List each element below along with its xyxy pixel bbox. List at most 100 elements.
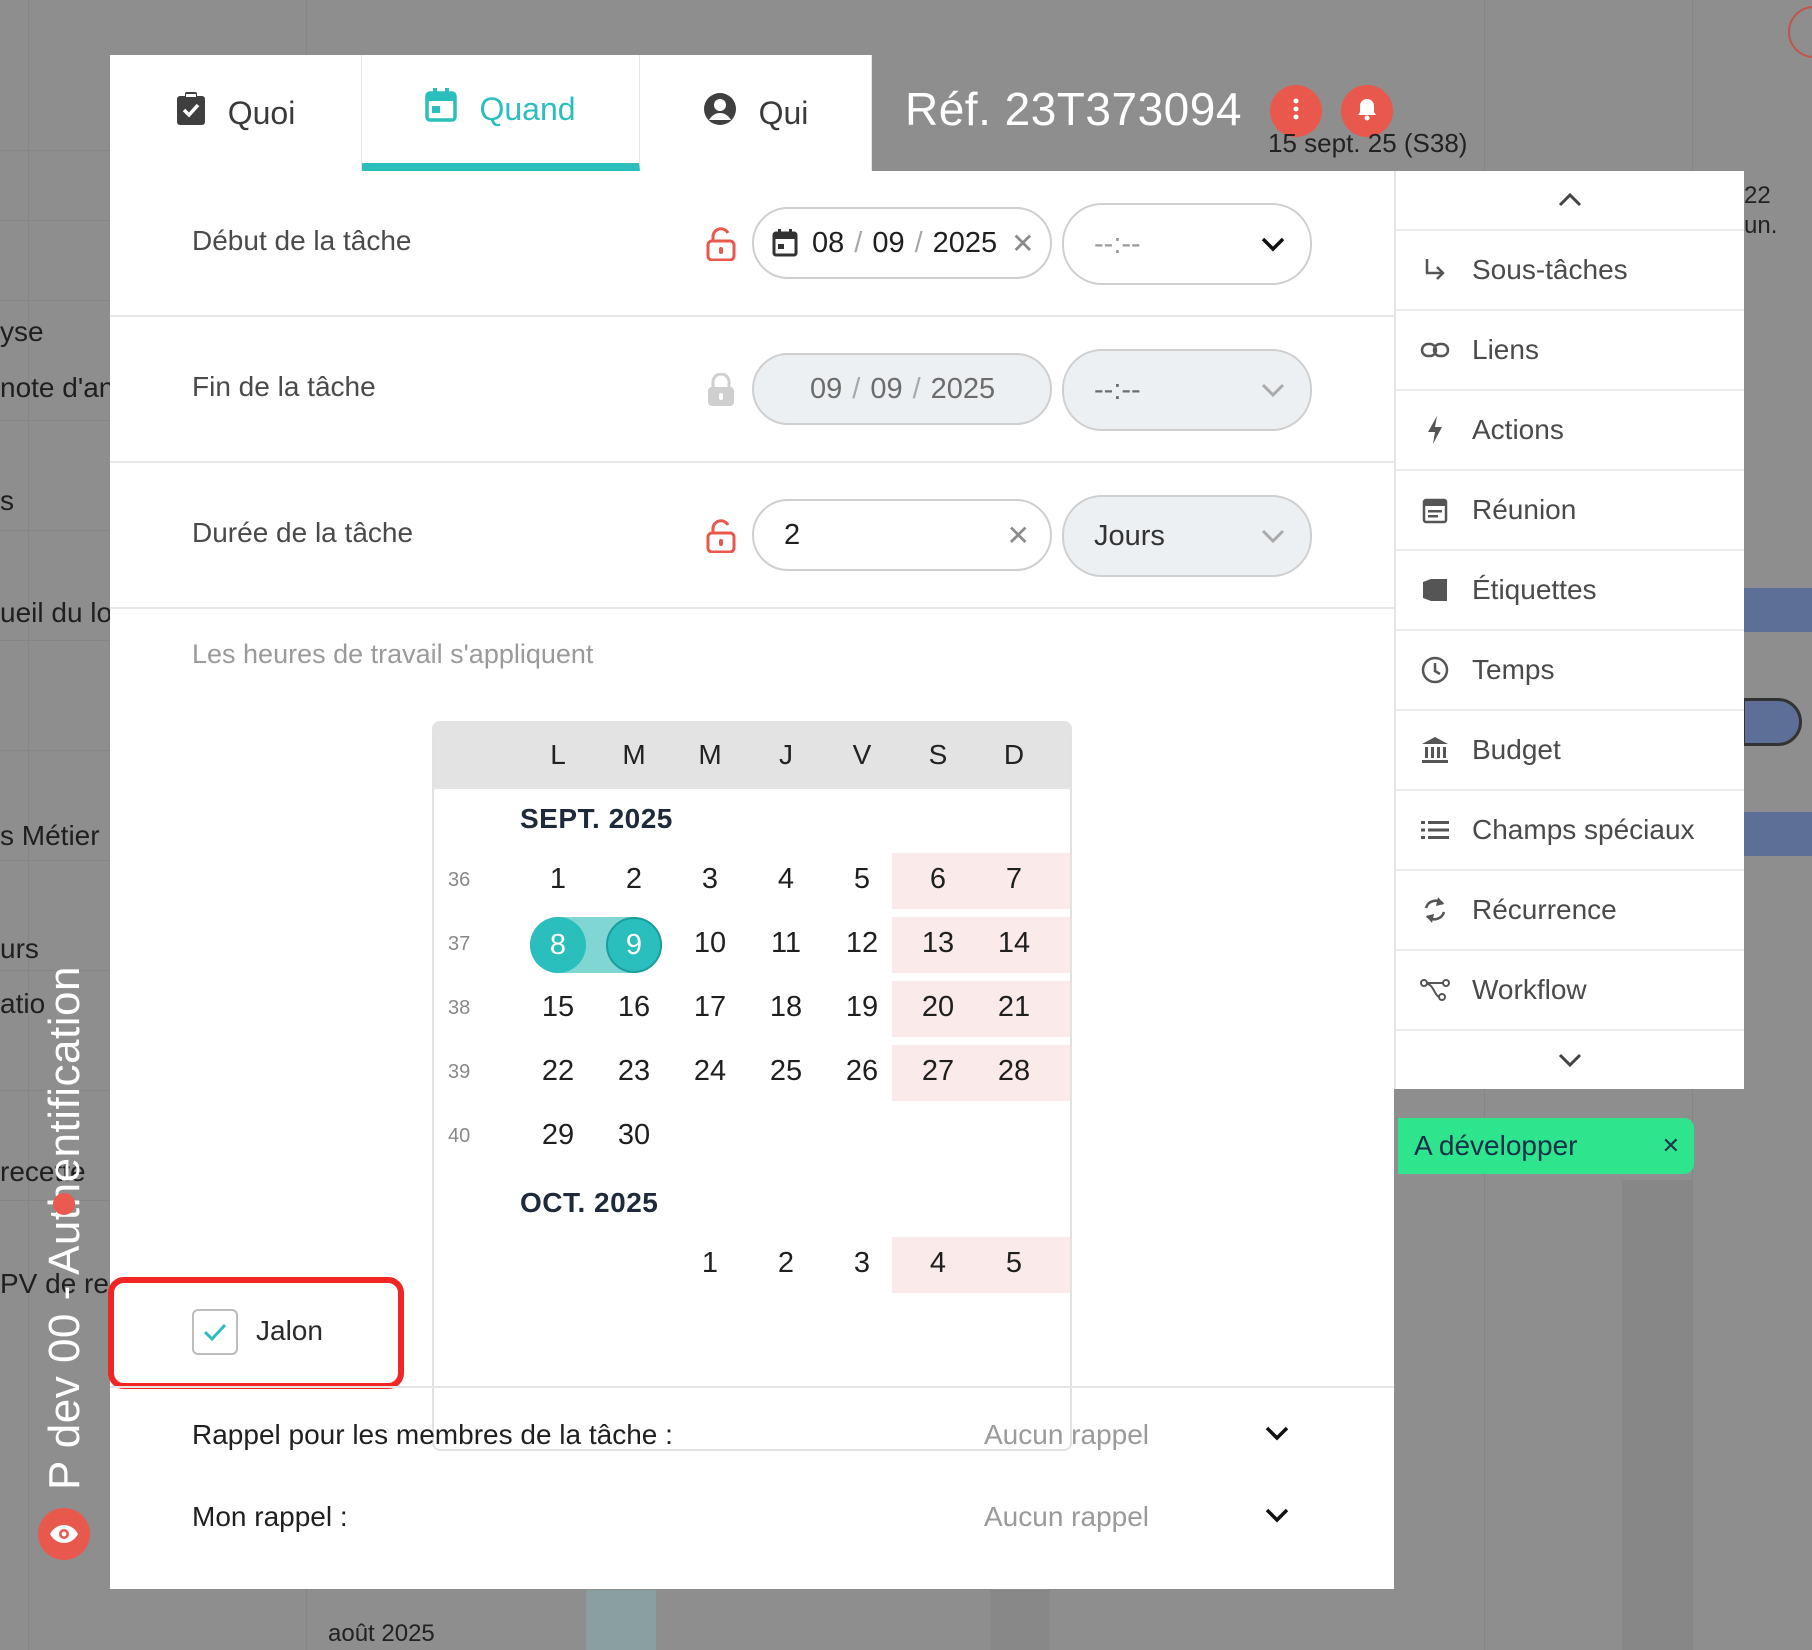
side-item-label: Actions [1472, 414, 1564, 445]
tab-qui[interactable]: Qui [640, 55, 872, 171]
status-tag[interactable]: A développer ✕ [1398, 1118, 1694, 1174]
calendar-day[interactable]: 1 [520, 863, 596, 896]
side-item-label: Étiquettes [1472, 574, 1597, 605]
calendar-day[interactable]: 2 [748, 1247, 824, 1280]
add-icon[interactable] [1788, 6, 1812, 58]
side-item-label: Champs spéciaux [1472, 814, 1695, 845]
duration-unit-select[interactable]: Jours [1062, 495, 1312, 577]
start-time-select[interactable]: --:-- [1062, 203, 1312, 285]
calendar-day[interactable]: 24 [672, 1055, 748, 1088]
calendar-event-icon [1420, 495, 1450, 525]
side-item-temps[interactable]: Temps [1396, 631, 1744, 711]
start-date-input[interactable]: 08/ 09/ 2025 ✕ [752, 207, 1052, 279]
start-year: 2025 [932, 226, 998, 259]
calendar-day[interactable]: 7 [976, 863, 1052, 896]
calendar-day[interactable]: 10 [672, 927, 748, 960]
calendar-day-selected[interactable]: 8 [530, 917, 586, 973]
weekday-label: V [852, 739, 872, 770]
bg-date-text: 22 [1744, 182, 1771, 209]
calendar-day[interactable]: 5 [824, 863, 900, 896]
scroll-down-button[interactable] [1396, 1031, 1744, 1089]
clear-icon[interactable]: ✕ [1011, 227, 1034, 260]
end-date-input: 09/ 09/ 2025 [752, 353, 1052, 425]
chevron-down-icon [1558, 1053, 1582, 1068]
calendar-day[interactable]: 28 [976, 1055, 1052, 1088]
calendar-day[interactable]: 27 [900, 1055, 976, 1088]
side-item-sous-taches[interactable]: Sous-tâches [1396, 231, 1744, 311]
calendar-day[interactable]: 23 [596, 1055, 672, 1088]
calendar-day[interactable]: 15 [520, 991, 596, 1024]
calendar-day[interactable]: 26 [824, 1055, 900, 1088]
duration-input[interactable]: 2 ✕ [752, 499, 1052, 571]
close-icon[interactable]: ✕ [1662, 1133, 1680, 1159]
members-reminder-select[interactable]: Aucun rappel [984, 1419, 1149, 1451]
members-reminder-label: Rappel pour les membres de la tâche : [192, 1419, 673, 1450]
calendar-day[interactable]: 13 [900, 927, 976, 960]
tab-label: Qui [758, 94, 809, 131]
tab-bar: Quoi Quand Qui [110, 55, 872, 171]
calendar-day[interactable]: 25 [748, 1055, 824, 1088]
project-title: P dev 00 - Authentification [40, 966, 89, 1490]
side-item-champs-speciaux[interactable]: Champs spéciaux [1396, 791, 1744, 871]
side-item-liens[interactable]: Liens [1396, 311, 1744, 391]
calendar-day[interactable]: 3 [672, 863, 748, 896]
link-icon [1420, 335, 1450, 365]
calendar-day[interactable]: 22 [520, 1055, 596, 1088]
scroll-up-button[interactable] [1396, 171, 1744, 231]
tab-quoi[interactable]: Quoi [110, 55, 362, 171]
calendar-day[interactable]: 5 [976, 1247, 1052, 1280]
calendar-day[interactable]: 30 [596, 1119, 672, 1152]
my-reminder-select[interactable]: Aucun rappel [984, 1501, 1149, 1533]
calendar-day[interactable]: 21 [976, 991, 1052, 1024]
tab-quand[interactable]: Quand [362, 55, 640, 171]
unlock-icon[interactable] [706, 519, 736, 553]
eye-icon[interactable] [38, 1508, 90, 1560]
calendar-day-selected[interactable]: 9 [606, 917, 662, 973]
calendar-day[interactable]: 3 [824, 1247, 900, 1280]
calendar-day[interactable]: 1 [672, 1247, 748, 1280]
side-item-reunion[interactable]: Réunion [1396, 471, 1744, 551]
calendar-day[interactable]: 4 [748, 863, 824, 896]
gantt-bar [1742, 588, 1812, 632]
side-item-budget[interactable]: Budget [1396, 711, 1744, 791]
start-row: Début de la tâche 08/ 09/ 2025 ✕ --:-- [110, 171, 1394, 317]
chevron-down-icon[interactable] [1264, 1425, 1290, 1441]
weekday-label: M [622, 739, 646, 770]
side-item-label: Récurrence [1472, 894, 1617, 925]
side-item-recurrence[interactable]: Récurrence [1396, 871, 1744, 951]
user-circle-icon [703, 92, 737, 134]
weekday-label: D [1003, 739, 1025, 770]
subtask-arrow-icon [1420, 255, 1450, 285]
chevron-up-icon [1558, 192, 1582, 207]
calendar-day[interactable]: 11 [748, 927, 824, 960]
calendar-day[interactable]: 20 [900, 991, 976, 1024]
gantt-bar [1742, 698, 1802, 746]
calendar-day[interactable]: 4 [900, 1247, 976, 1280]
unlock-icon[interactable] [706, 227, 736, 261]
calendar-day[interactable]: 18 [748, 991, 824, 1024]
calendar-day[interactable]: 6 [900, 863, 976, 896]
bg-row-label: s [0, 485, 14, 516]
side-item-actions[interactable]: Actions [1396, 391, 1744, 471]
calendar-month-title: SEPT. 2025 [520, 803, 673, 834]
weekday-label: J [779, 739, 793, 770]
calendar-day[interactable]: 12 [824, 927, 900, 960]
clear-icon[interactable]: ✕ [1007, 519, 1030, 552]
calendar-day[interactable]: 2 [596, 863, 672, 896]
date-picker-calendar: L M M J V S D SEPT. 2025 36 1 2 3 4 5 6 7 37 8 9 10 1… [432, 721, 1072, 1451]
chevron-down-icon[interactable] [1264, 1507, 1290, 1523]
calendar-day[interactable]: 14 [976, 927, 1052, 960]
calendar-day[interactable]: 17 [672, 991, 748, 1024]
working-hours-hint: Les heures de travail s'appliquent [192, 639, 594, 669]
calendar-day[interactable]: 16 [596, 991, 672, 1024]
calendar-day[interactable]: 29 [520, 1119, 596, 1152]
side-item-etiquettes[interactable]: Étiquettes [1396, 551, 1744, 631]
week-number: 40 [448, 1125, 471, 1147]
annotation-highlight [108, 1277, 404, 1389]
side-item-workflow[interactable]: Workflow [1396, 951, 1744, 1031]
status-dot [53, 1193, 75, 1215]
weekday-header: L M M J V S D [434, 723, 1070, 789]
calendar-day[interactable]: 19 [824, 991, 900, 1024]
bg-date-text: un. [1744, 212, 1778, 239]
side-item-label: Temps [1472, 654, 1555, 685]
